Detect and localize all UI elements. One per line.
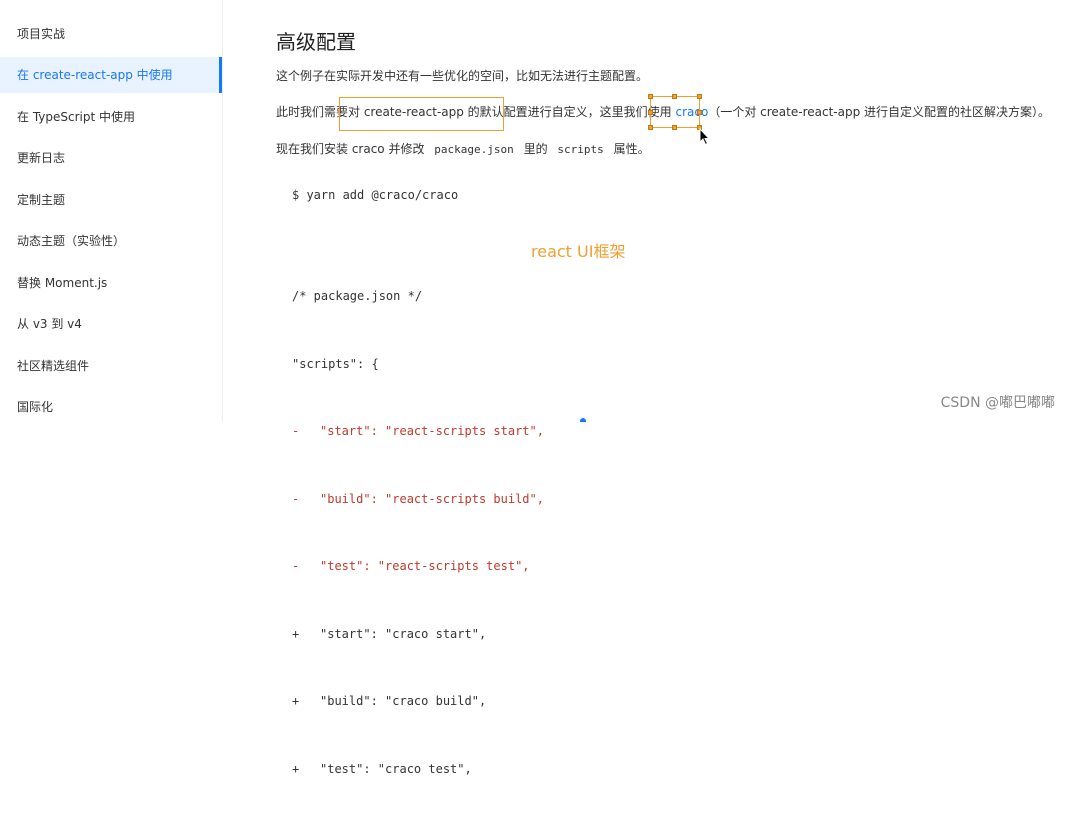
code-line: /* package.json */ bbox=[292, 289, 423, 303]
paragraph-intro: 这个例子在实际开发中还有一些优化的空间，比如无法进行主题配置。 bbox=[276, 69, 649, 83]
sidebar-item-customize-theme[interactable]: 定制主题 bbox=[0, 182, 222, 218]
inline-code-package-json: package.json bbox=[434, 143, 514, 156]
sidebar-item-typescript[interactable]: 在 TypeScript 中使用 bbox=[0, 99, 222, 135]
sidebar-item-project[interactable]: 项目实战 bbox=[0, 16, 222, 52]
sidebar-item-changelog[interactable]: 更新日志 bbox=[0, 140, 222, 176]
page-title: 高级配置 bbox=[276, 30, 356, 54]
package-json-code-block: /* package.json */ "scripts": { - "start"… bbox=[292, 240, 544, 825]
resize-handle[interactable] bbox=[672, 94, 677, 99]
code-line-removed: - "start": "react-scripts start", bbox=[292, 424, 544, 438]
selection-box[interactable] bbox=[650, 96, 700, 128]
install-code-block: $ yarn add @craco/craco bbox=[292, 188, 459, 202]
code-line-added: + "start": "craco start", bbox=[292, 626, 487, 641]
watermark: CSDN @嘟巴嘟嘟 bbox=[940, 395, 1055, 411]
code-line: "scripts": { bbox=[292, 356, 379, 371]
paragraph-install-middle: 里的 bbox=[519, 142, 552, 156]
resize-handle[interactable] bbox=[697, 110, 702, 115]
code-line-added: + "build": "craco build", bbox=[292, 694, 487, 708]
paragraph-install: 现在我们安装 craco 并修改 package.json 里的 scripts… bbox=[276, 140, 650, 159]
code-line-removed: - "build": "react-scripts build", bbox=[292, 491, 544, 506]
resize-handle[interactable] bbox=[697, 94, 702, 99]
annotation-text: react UI框架 bbox=[531, 242, 626, 261]
code-line-added: + "test": "craco test", bbox=[292, 761, 472, 776]
sidebar-item-dynamic-theme[interactable]: 动态主题（实验性） bbox=[0, 223, 222, 259]
resize-handle[interactable] bbox=[648, 110, 653, 115]
resize-handle[interactable] bbox=[672, 125, 677, 130]
sidebar-item-v3-to-v4[interactable]: 从 v3 到 v4 bbox=[0, 306, 222, 342]
highlight-box bbox=[339, 97, 504, 131]
code-line-removed: - "test": "react-scripts test", bbox=[292, 559, 530, 573]
resize-handle[interactable] bbox=[648, 94, 653, 99]
scroll-indicator bbox=[580, 418, 586, 422]
sidebar-item-community-components[interactable]: 社区精选组件 bbox=[0, 348, 222, 384]
paragraph-craco-after: （一个对 create-react-app 进行自定义配置的社区解决方案）。 bbox=[708, 105, 1051, 119]
inline-code-scripts: scripts bbox=[557, 143, 604, 156]
mouse-pointer-icon bbox=[699, 128, 711, 146]
sidebar-item-i18n[interactable]: 国际化 bbox=[0, 389, 222, 425]
sidebar: 项目实战 在 create-react-app 中使用 在 TypeScript… bbox=[0, 0, 223, 422]
sidebar-item-replace-moment[interactable]: 替换 Moment.js bbox=[0, 265, 222, 301]
resize-handle[interactable] bbox=[648, 125, 653, 130]
sidebar-item-create-react-app[interactable]: 在 create-react-app 中使用 bbox=[0, 57, 222, 93]
main-content: 高级配置 这个例子在实际开发中还有一些优化的空间，比如无法进行主题配置。 此时我… bbox=[276, 0, 1073, 776]
paragraph-install-after: 属性。 bbox=[609, 142, 650, 156]
paragraph-install-before: 现在我们安装 craco 并修改 bbox=[276, 142, 429, 156]
